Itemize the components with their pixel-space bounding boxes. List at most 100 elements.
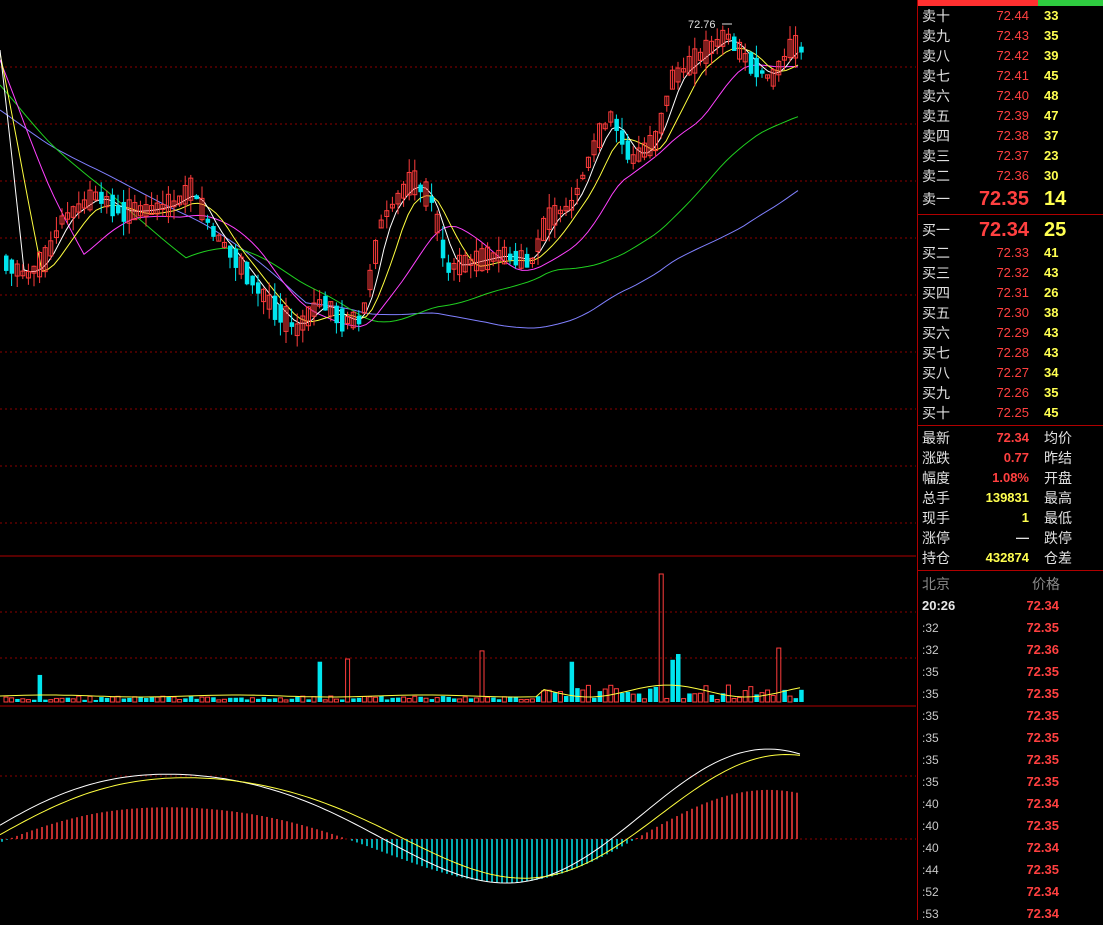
- volume-bar: [256, 698, 261, 702]
- bid-level[interactable]: 买六 72.29 43: [918, 323, 1103, 343]
- volume-bar: [658, 573, 664, 703]
- bid-level[interactable]: 买五 72.30 38: [918, 303, 1103, 323]
- bid-level-price: 72.30: [996, 305, 1029, 320]
- tick-price: 72.35: [1026, 862, 1059, 877]
- bid-level[interactable]: 买二 72.33 41: [918, 243, 1103, 263]
- candle-body: [110, 194, 115, 217]
- chart-area[interactable]: 72.76: [0, 0, 916, 920]
- volume-bar: [491, 697, 496, 702]
- bid-level[interactable]: 买八 72.27 34: [918, 363, 1103, 383]
- bid-level-volume: 38: [1044, 305, 1059, 320]
- tick-row[interactable]: :35 72.35: [918, 683, 1103, 705]
- tick-price: 72.34: [1026, 884, 1059, 899]
- candle-body: [334, 305, 339, 324]
- candle-body: [754, 57, 759, 78]
- tick-time: :35: [922, 731, 939, 745]
- ask-level[interactable]: 卖五 72.39 47: [918, 106, 1103, 126]
- ask-level-label: 卖四: [922, 128, 950, 144]
- quote-value: 0.77: [1003, 450, 1029, 465]
- tick-row[interactable]: :32 72.35: [918, 617, 1103, 639]
- candle-body: [440, 239, 446, 259]
- ask-level[interactable]: 卖九 72.43 35: [918, 26, 1103, 46]
- volume-bar: [620, 692, 625, 702]
- tick-price: 72.34: [1026, 796, 1059, 811]
- divider: [918, 425, 1103, 426]
- volume-bar: [793, 698, 799, 702]
- ask-level-volume: 47: [1044, 108, 1059, 123]
- tick-price: 72.36: [1026, 642, 1059, 657]
- candle-body: [205, 218, 211, 223]
- volume-bar: [317, 661, 323, 702]
- ask-level[interactable]: 卖八 72.42 39: [918, 46, 1103, 66]
- volume-bar: [70, 698, 76, 703]
- bid-level[interactable]: 买九 72.26 35: [918, 383, 1103, 403]
- bid-level[interactable]: 买十 72.25 45: [918, 403, 1103, 423]
- volume-bar: [53, 697, 59, 703]
- volume-bar: [664, 697, 670, 703]
- ask-level[interactable]: 卖六 72.40 48: [918, 86, 1103, 106]
- tick-row[interactable]: :35 72.35: [918, 705, 1103, 727]
- volume-bar: [501, 696, 507, 703]
- volume-bar: [759, 692, 765, 703]
- bid-level[interactable]: 买七 72.28 43: [918, 343, 1103, 363]
- volume-bar: [653, 686, 659, 702]
- candle-body: [625, 140, 631, 160]
- volume-bar: [396, 697, 401, 702]
- ask-level-label: 卖八: [922, 48, 950, 64]
- tick-list[interactable]: 20:26 72.34:32 72.35:32 72.36:35 72.35:35 72.…: [918, 595, 1103, 925]
- ask-level-volume: 37: [1044, 128, 1059, 143]
- ask-level-price: 72.42: [996, 48, 1029, 63]
- tick-row[interactable]: :40 72.34: [918, 837, 1103, 859]
- tick-row[interactable]: :35 72.35: [918, 727, 1103, 749]
- candle-body: [121, 201, 127, 222]
- volume-bar: [440, 696, 446, 702]
- ask-level[interactable]: 卖七 72.41 45: [918, 66, 1103, 86]
- volume-bar: [434, 697, 440, 703]
- tick-row[interactable]: :32 72.36: [918, 639, 1103, 661]
- tick-row[interactable]: :52 72.34: [918, 881, 1103, 903]
- tick-time: :35: [922, 775, 939, 789]
- volume-bar: [15, 698, 20, 702]
- volume-bar: [529, 698, 535, 703]
- ask-level[interactable]: 卖十 72.44 33: [918, 6, 1103, 26]
- ma-line-5: [0, 109, 799, 329]
- ask-level-price: 72.40: [996, 88, 1029, 103]
- bid-level[interactable]: 买一 72.34 25: [918, 217, 1103, 243]
- tick-row[interactable]: 20:26 72.34: [918, 595, 1103, 617]
- ask-level[interactable]: 卖一 72.35 14: [918, 186, 1103, 212]
- bid-level[interactable]: 买三 72.32 43: [918, 263, 1103, 283]
- volume-bar: [361, 696, 367, 703]
- candle-body: [732, 36, 737, 51]
- ask-level[interactable]: 卖四 72.38 37: [918, 126, 1103, 146]
- ask-level[interactable]: 卖二 72.36 30: [918, 166, 1103, 186]
- candle-body: [194, 195, 199, 200]
- candle-body: [620, 130, 625, 145]
- tick-row[interactable]: :40 72.35: [918, 815, 1103, 837]
- tick-row[interactable]: :40 72.34: [918, 793, 1103, 815]
- ask-level-volume: 39: [1044, 48, 1059, 63]
- tick-time: :53: [922, 907, 939, 921]
- tick-row[interactable]: :35 72.35: [918, 771, 1103, 793]
- quote-label-secondary: 昨结: [1044, 450, 1072, 466]
- tick-row[interactable]: :53 72.34: [918, 903, 1103, 925]
- bid-level-label: 买四: [922, 285, 950, 301]
- ask-level[interactable]: 卖三 72.37 23: [918, 146, 1103, 166]
- volume-bar: [462, 696, 468, 703]
- tick-row[interactable]: :44 72.35: [918, 859, 1103, 881]
- tick-row[interactable]: :35 72.35: [918, 661, 1103, 683]
- bid-level-label: 买九: [922, 385, 950, 401]
- volume-bar: [283, 699, 289, 703]
- candle-body: [272, 295, 278, 320]
- tick-row[interactable]: :35 72.35: [918, 749, 1103, 771]
- volume-bar: [608, 684, 614, 703]
- volume-bar: [93, 699, 99, 702]
- tick-price: 72.35: [1026, 664, 1059, 679]
- bid-level[interactable]: 买四 72.31 26: [918, 283, 1103, 303]
- quote-row: 涨跌 0.77 昨结: [918, 448, 1103, 468]
- ask-level-price: 72.44: [996, 8, 1029, 23]
- quote-value: —: [1016, 530, 1029, 545]
- volume-bar: [138, 697, 143, 702]
- volume-bar: [737, 696, 743, 703]
- kline-chart[interactable]: 72.76: [0, 0, 916, 920]
- tick-price: 72.34: [1026, 840, 1059, 855]
